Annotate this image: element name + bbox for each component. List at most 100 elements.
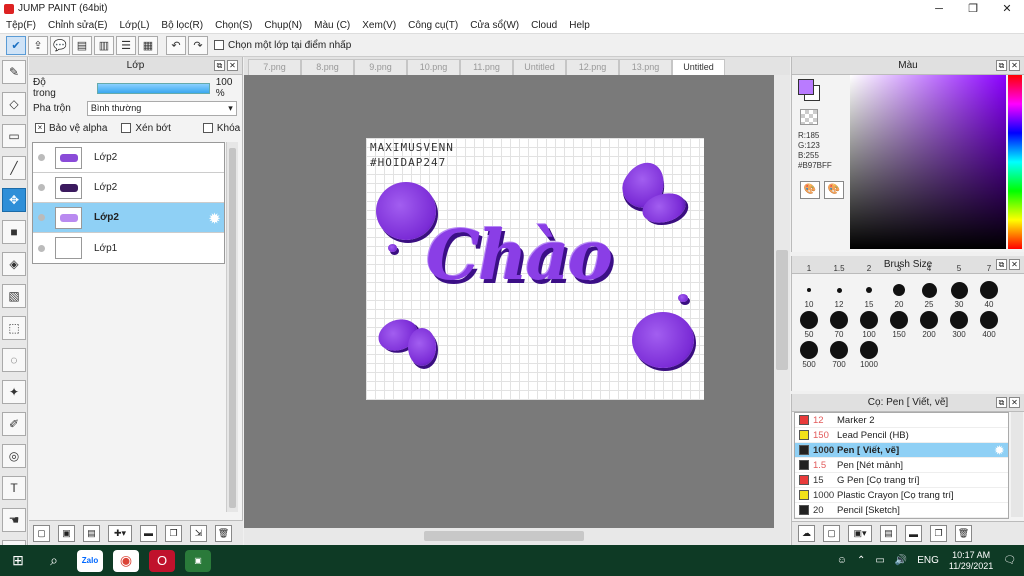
opera-app-icon[interactable]: O xyxy=(149,549,175,572)
list-icon[interactable]: ☰ xyxy=(116,35,136,55)
float-icon[interactable]: ⧉ xyxy=(996,397,1007,408)
speech-bubble-icon[interactable]: 💬 xyxy=(50,35,70,55)
canvas-vertical-scrollbar[interactable] xyxy=(774,75,790,528)
brush-size-top-label[interactable]: 1 xyxy=(794,264,824,273)
add-layer-menu-icon[interactable]: ✚▾ xyxy=(108,524,132,542)
menu-help[interactable]: Help xyxy=(563,20,596,31)
visibility-dot-icon[interactable] xyxy=(38,154,45,161)
canvas-horizontal-scrollbar[interactable] xyxy=(244,528,790,545)
rectangle-tool-icon[interactable]: ▭ xyxy=(2,124,26,148)
visibility-dot-icon[interactable] xyxy=(38,244,45,252)
gear-icon[interactable]: ✹ xyxy=(209,211,220,227)
brush-size-cell[interactable]: 700 xyxy=(824,340,854,369)
brush-size-cell[interactable]: 500 xyxy=(794,340,824,369)
text-box-icon[interactable]: ▤ xyxy=(72,35,92,55)
protect-alpha-checkbox[interactable]: × xyxy=(35,123,45,133)
tab-9-png[interactable]: 9.png xyxy=(354,59,407,75)
tab-11-png[interactable]: 11.png xyxy=(460,59,513,75)
brush-menu-icon[interactable]: ▣▾ xyxy=(848,525,872,542)
brush-size-top-label[interactable]: 5 xyxy=(944,264,974,273)
brush-size-cell[interactable]: 10 xyxy=(794,280,824,309)
gradient-tool-icon[interactable]: ▧ xyxy=(2,284,26,308)
tab-7-png[interactable]: 7.png xyxy=(248,59,301,75)
select-pen-tool-icon[interactable]: ✐ xyxy=(2,412,26,436)
lock-checkbox[interactable] xyxy=(202,123,213,133)
lasso-tool-icon[interactable]: ◌ xyxy=(2,348,26,372)
brush-size-cell[interactable]: 1000 xyxy=(854,340,884,369)
new-layer-1bit-icon[interactable]: ▤ xyxy=(83,524,100,542)
checkbox-icon[interactable] xyxy=(214,40,224,50)
brush-tool-icon[interactable]: ✎ xyxy=(2,60,26,84)
network-icon[interactable]: ▭ xyxy=(875,555,884,566)
layer-row[interactable]: Lớp1 xyxy=(33,233,224,263)
tab-8-png[interactable]: 8.png xyxy=(301,59,354,75)
language-indicator[interactable]: ENG xyxy=(917,555,939,566)
gear-icon[interactable]: ✹ xyxy=(995,444,1004,457)
share-icon[interactable]: ⇪ xyxy=(28,35,48,55)
menu-file[interactable]: Tệp(F) xyxy=(0,20,42,31)
layer-row-selected[interactable]: Lớp2 ✹ xyxy=(33,203,224,233)
menu-filter[interactable]: Bộ lọc(R) xyxy=(155,20,209,31)
volume-icon[interactable]: 🔊 xyxy=(895,555,907,566)
zalo-app-icon[interactable]: Zalo xyxy=(77,549,103,572)
menu-capture[interactable]: Chụp(N) xyxy=(258,20,308,31)
drawing-canvas[interactable]: MAXIMUSVENN #HOIDAP247 Chào xyxy=(366,138,704,400)
edit-list-icon[interactable]: ▦ xyxy=(138,35,158,55)
upload-icon[interactable]: ☁ xyxy=(798,525,815,542)
float-icon[interactable]: ⧉ xyxy=(214,60,225,71)
panel-close-icon[interactable]: ✕ xyxy=(1009,60,1020,71)
tab-10-png[interactable]: 10.png xyxy=(407,59,460,75)
maximize-button[interactable]: ❐ xyxy=(956,0,990,17)
redo-icon[interactable]: ↷ xyxy=(188,35,208,55)
panel-close-icon[interactable]: ✕ xyxy=(1009,397,1020,408)
brush-size-top-label[interactable]: 1.5 xyxy=(824,264,854,273)
select-eraser-tool-icon[interactable]: ◎ xyxy=(2,444,26,468)
brush-duplicate-icon[interactable]: ❐ xyxy=(930,525,947,542)
tab-untitled-active[interactable]: Untitled xyxy=(672,59,725,75)
rect-select-tool-icon[interactable]: ⬚ xyxy=(2,316,26,340)
clock[interactable]: 10:17 AM 11/29/2021 xyxy=(949,550,993,572)
blend-mode-select[interactable]: Bình thường ▾ xyxy=(86,100,237,116)
tab-13-png[interactable]: 13.png xyxy=(619,59,672,75)
saturation-value-picker[interactable] xyxy=(850,75,1006,249)
brush-size-cell[interactable]: 50 xyxy=(794,310,824,339)
brush-size-top-label[interactable]: 2 xyxy=(854,264,884,273)
bucket-tool-icon[interactable]: ◈ xyxy=(2,252,26,276)
panel-close-icon[interactable]: ✕ xyxy=(1009,259,1020,270)
pen-item[interactable]: 12 Marker 2 xyxy=(795,413,1008,428)
menu-select[interactable]: Chọn(S) xyxy=(209,20,258,31)
line-tool-icon[interactable]: ╱ xyxy=(2,156,26,180)
brush-size-cell[interactable]: 40 xyxy=(974,280,1004,309)
opacity-slider[interactable] xyxy=(96,82,210,94)
visibility-dot-icon[interactable] xyxy=(38,214,45,221)
menu-tools[interactable]: Công cụ(T) xyxy=(402,20,464,31)
hand-tool-icon[interactable]: ☚ xyxy=(2,508,26,532)
brush-size-top-label[interactable]: 7 xyxy=(974,264,1004,273)
layer-row[interactable]: Lớp2 xyxy=(33,143,224,173)
menu-color[interactable]: Màu (C) xyxy=(308,20,356,31)
notification-icon[interactable]: 🗨 xyxy=(1003,555,1016,566)
new-layer-icon[interactable]: ▢ xyxy=(33,524,50,542)
check-icon[interactable]: ✔ xyxy=(6,35,26,55)
undo-icon[interactable]: ↶ xyxy=(166,35,186,55)
brush-size-cell[interactable]: 70 xyxy=(824,310,854,339)
brush-size-cell[interactable]: 100 xyxy=(854,310,884,339)
brush-size-top-label[interactable]: 4 xyxy=(914,264,944,273)
brush-folder-icon[interactable]: ▬ xyxy=(905,525,922,542)
fill-rect-tool-icon[interactable]: ■ xyxy=(2,220,26,244)
document-icon[interactable]: ▥ xyxy=(94,35,114,55)
text-tool-icon[interactable]: T xyxy=(2,476,26,500)
new-brush-icon[interactable]: ▢ xyxy=(823,525,840,542)
minimize-button[interactable]: ─ xyxy=(922,0,956,17)
menu-cloud[interactable]: Cloud xyxy=(525,20,563,31)
jump-paint-app-icon[interactable]: ▣ xyxy=(185,549,211,572)
palette-settings-icon[interactable]: 🎨 xyxy=(824,181,844,199)
eraser-tool-icon[interactable]: ◇ xyxy=(2,92,26,116)
chrome-app-icon[interactable]: ◉ xyxy=(113,549,139,572)
tab-untitled[interactable]: Untitled xyxy=(513,59,566,75)
close-button[interactable]: ✕ xyxy=(990,0,1024,17)
panel-close-icon[interactable]: ✕ xyxy=(227,60,238,71)
layer-scrollbar[interactable] xyxy=(226,142,238,512)
brush-size-cell[interactable]: 15 xyxy=(854,280,884,309)
merge-icon[interactable]: ⇲ xyxy=(190,524,207,542)
